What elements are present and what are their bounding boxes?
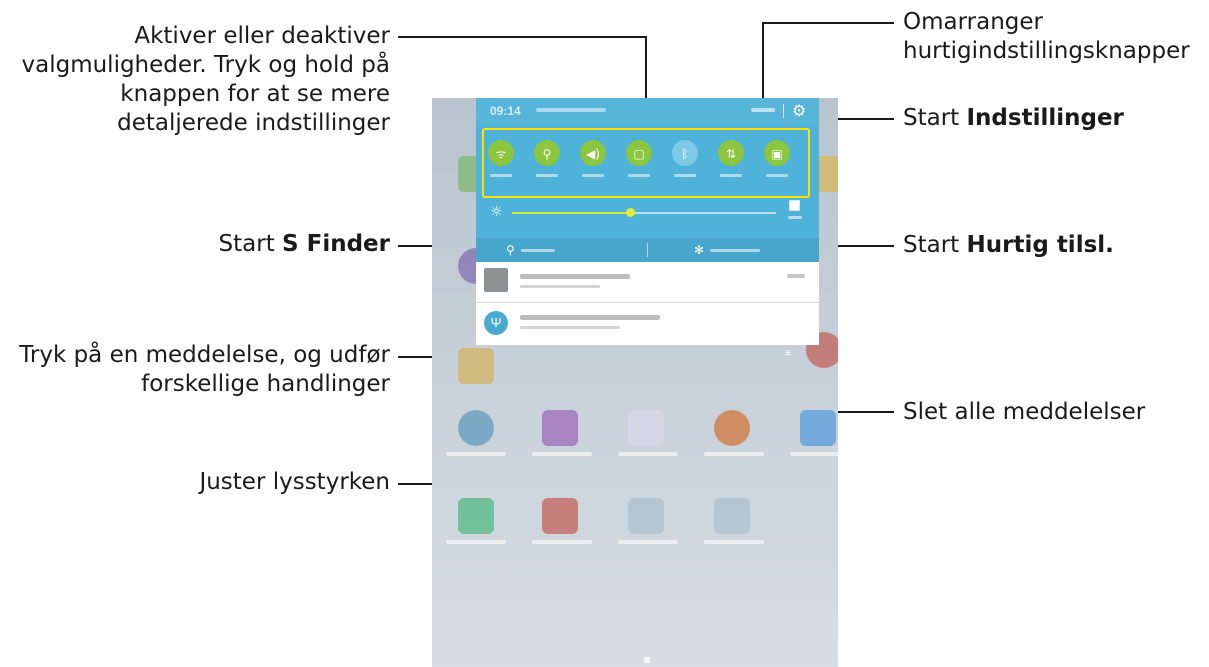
quick-connect-icon: ✻: [694, 243, 705, 257]
app-label: [790, 452, 838, 456]
wifi-icon[interactable]: ᯤ: [488, 140, 514, 177]
youtube-icon[interactable]: [542, 498, 578, 534]
location-icon[interactable]: ⚲: [534, 140, 560, 177]
sound-icon[interactable]: ◀): [580, 140, 606, 177]
leader-reorder-v: [762, 22, 764, 110]
screen-rotation-icon[interactable]: ▢: [626, 140, 652, 177]
auto-brightness-label: [788, 216, 802, 219]
app-label: [446, 452, 506, 456]
notification-subtitle: [520, 326, 620, 329]
callout-sfinder: Start S Finder: [218, 231, 390, 257]
app-icon[interactable]: [542, 410, 578, 446]
notification-subtitle: [520, 285, 600, 288]
brightness-icon: ☼: [490, 204, 503, 220]
callout-reorder: Omarranger hurtigindstillingsknapper: [903, 9, 1190, 64]
quick-settings: ᯤ ⚲ ◀) ▢ ᛒ ⇅ ▣ ☼: [476, 126, 819, 238]
notification-title: [520, 274, 630, 279]
status-time: 09:14: [490, 104, 521, 118]
screenshot-thumbnail: [484, 268, 508, 292]
callout-quick-connect: Start Hurtig tilsl.: [903, 232, 1114, 258]
search-icon: ⚲: [506, 243, 515, 257]
finder-row: ⚲ ✻: [476, 238, 819, 262]
chrome-icon[interactable]: [714, 410, 750, 446]
folder-icon[interactable]: [628, 498, 664, 534]
leader-reorder-h: [762, 22, 894, 24]
callout-brightness: Juster lysstyrken: [199, 469, 390, 495]
status-bar: 09:14 ⚙: [476, 98, 819, 126]
app-label: [618, 452, 678, 456]
maps-icon[interactable]: [800, 410, 836, 446]
brightness-slider-fill: [512, 212, 631, 214]
quick-connect-button[interactable]: ✻: [694, 241, 804, 259]
leader-toggles-h: [398, 36, 646, 38]
callout-toggles: Aktiver eller deaktiver valgmuligheder. …: [21, 23, 391, 136]
svg-text:▣: ▣: [771, 147, 782, 161]
notification-panel: 09:14 ⚙ ᯤ ⚲ ◀) ▢ ᛒ ⇅ ▣ ☼ ⚲ ✻ Ψ: [476, 98, 819, 356]
callout-clear-all: Slet alle meddelelser: [903, 399, 1146, 425]
app-label: [532, 540, 592, 544]
callout-settings: Start Indstillinger: [903, 105, 1124, 131]
status-date: [536, 108, 606, 112]
s-finder-button[interactable]: ⚲: [506, 241, 626, 259]
quick-toggles: ᯤ ⚲ ◀) ▢ ᛒ ⇅ ▣: [488, 140, 790, 177]
svg-text:▢: ▢: [633, 147, 644, 161]
settings-gear-icon[interactable]: ⚙: [789, 102, 809, 122]
callout-notification: Tryk på en meddelelse, og udfør forskell…: [19, 342, 390, 397]
play-store-icon[interactable]: [458, 498, 494, 534]
svg-text:◀): ◀): [586, 147, 600, 161]
notification-title: [520, 315, 660, 320]
divider: [783, 104, 784, 118]
notification-time: [787, 274, 805, 278]
app-label: [618, 540, 678, 544]
home-indicator: [644, 657, 650, 663]
svg-text:⇅: ⇅: [726, 147, 736, 161]
notification-item[interactable]: [476, 262, 819, 303]
divider: [647, 243, 648, 257]
s-finder-label: [520, 249, 555, 253]
mobile-data-icon[interactable]: ⇅: [718, 140, 744, 177]
svg-text:ᯤ: ᯤ: [496, 147, 507, 161]
app-label: [446, 540, 506, 544]
svg-text:⚲: ⚲: [543, 147, 552, 161]
brightness-slider[interactable]: [512, 208, 776, 217]
usb-icon: Ψ: [484, 311, 508, 335]
folder-icon[interactable]: [714, 498, 750, 534]
app-label: [704, 540, 764, 544]
gear-icon[interactable]: [458, 410, 494, 446]
app-icon[interactable]: [628, 410, 664, 446]
notification-item[interactable]: Ψ: [476, 303, 819, 345]
bluetooth-icon[interactable]: ᛒ: [672, 140, 698, 177]
clear-all-notifications-icon[interactable]: ≡: [785, 348, 791, 359]
svg-text:ᛒ: ᛒ: [681, 147, 688, 161]
app-label: [704, 452, 764, 456]
power-saving-icon[interactable]: ▣: [764, 140, 790, 177]
auto-brightness-checkbox[interactable]: [789, 200, 800, 211]
brightness-slider-thumb[interactable]: [626, 208, 636, 217]
edit-quick-settings-button[interactable]: [751, 108, 775, 112]
quick-connect-label: [710, 249, 761, 253]
app-label: [532, 452, 592, 456]
